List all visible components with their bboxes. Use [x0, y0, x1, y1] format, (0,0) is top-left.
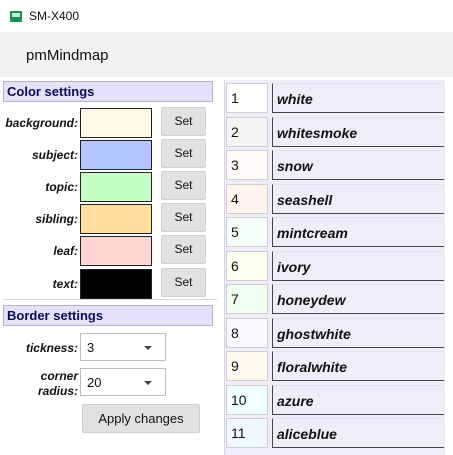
color-sample: 7	[226, 284, 268, 314]
color-name: snow	[272, 150, 444, 180]
thickness-label: tickness:	[25, 341, 78, 355]
border-settings-heading: Border settings	[3, 305, 213, 326]
background-color-swatch[interactable]	[80, 108, 152, 138]
color-list-item[interactable]: 7 honeydew	[224, 282, 446, 316]
color-list-item[interactable]: 2 whitesmoke	[224, 115, 446, 149]
color-name: whitesmoke	[272, 116, 444, 147]
sibling-color-swatch[interactable]	[80, 204, 152, 234]
topic-label: topic:	[45, 180, 78, 194]
text-label: text:	[52, 277, 78, 291]
color-sample: 1	[226, 83, 268, 113]
text-color-swatch[interactable]	[80, 269, 152, 299]
color-name: ivory	[272, 250, 444, 281]
color-sample: 11	[226, 418, 268, 448]
sibling-label: sibling:	[35, 212, 78, 226]
set-leaf-button[interactable]: Set	[161, 235, 206, 264]
color-name: floralwhite	[272, 351, 444, 381]
color-name: honeydew	[272, 284, 444, 314]
color-sample: 10	[226, 384, 268, 415]
color-name: ghostwhite	[272, 317, 444, 348]
chevron-down-icon	[144, 381, 152, 385]
app-icon	[10, 11, 22, 22]
color-name: mintcream	[272, 217, 444, 247]
corner-label-line1: corner	[40, 369, 78, 383]
thickness-dropdown[interactable]: 3	[80, 333, 166, 361]
color-list-item[interactable]: 3 snow	[224, 148, 446, 182]
chevron-down-icon	[144, 346, 152, 350]
set-topic-button[interactable]: Set	[161, 171, 206, 200]
subject-label: subject:	[31, 148, 78, 162]
color-list-item[interactable]: 9 floralwhite	[224, 349, 446, 383]
corner-radius-dropdown[interactable]: 20	[80, 368, 166, 396]
color-settings-heading: Color settings	[3, 81, 213, 102]
set-subject-button[interactable]: Set	[161, 139, 206, 168]
app-name: pmMindmap	[26, 47, 109, 64]
corner-label-line2: radius:	[37, 384, 78, 398]
section-divider	[3, 299, 217, 300]
leaf-label: leaf:	[53, 244, 78, 258]
color-list-item[interactable]: 5 mintcream	[224, 215, 446, 249]
color-list-item[interactable]: 11 aliceblue	[224, 416, 446, 450]
color-sample: 8	[226, 317, 268, 348]
color-list-item[interactable]: 8 ghostwhite	[224, 316, 446, 350]
topic-color-swatch[interactable]	[80, 172, 152, 202]
color-name: white	[272, 83, 444, 113]
title-bar: SM-X400	[0, 0, 453, 32]
corner-radius-value: 20	[87, 375, 102, 390]
apply-changes-button[interactable]: Apply changes	[82, 404, 200, 433]
color-name: seashell	[272, 183, 444, 214]
color-sample: 4	[226, 183, 268, 214]
color-name: aliceblue	[272, 418, 444, 448]
color-list-item[interactable]: 10 azure	[224, 383, 446, 417]
set-sibling-button[interactable]: Set	[161, 203, 206, 232]
leaf-color-swatch[interactable]	[80, 236, 152, 266]
set-text-button[interactable]: Set	[161, 268, 206, 297]
color-sample: 2	[226, 116, 268, 147]
color-sample: 6	[226, 250, 268, 281]
color-sample: 3	[226, 150, 268, 180]
window-title: SM-X400	[29, 9, 80, 23]
thickness-value: 3	[87, 340, 95, 355]
color-sample: 9	[226, 351, 268, 381]
color-list-item[interactable]: 1 white	[224, 81, 446, 115]
color-list-item[interactable]: 4 seashell	[224, 182, 446, 216]
color-list-item[interactable]: 6 ivory	[224, 249, 446, 283]
set-background-button[interactable]: Set	[161, 107, 206, 136]
background-label: background:	[5, 116, 78, 130]
subject-color-swatch[interactable]	[80, 140, 152, 170]
app-header: pmMindmap	[0, 32, 453, 77]
color-name: azure	[272, 384, 444, 415]
color-sample: 5	[226, 217, 268, 247]
